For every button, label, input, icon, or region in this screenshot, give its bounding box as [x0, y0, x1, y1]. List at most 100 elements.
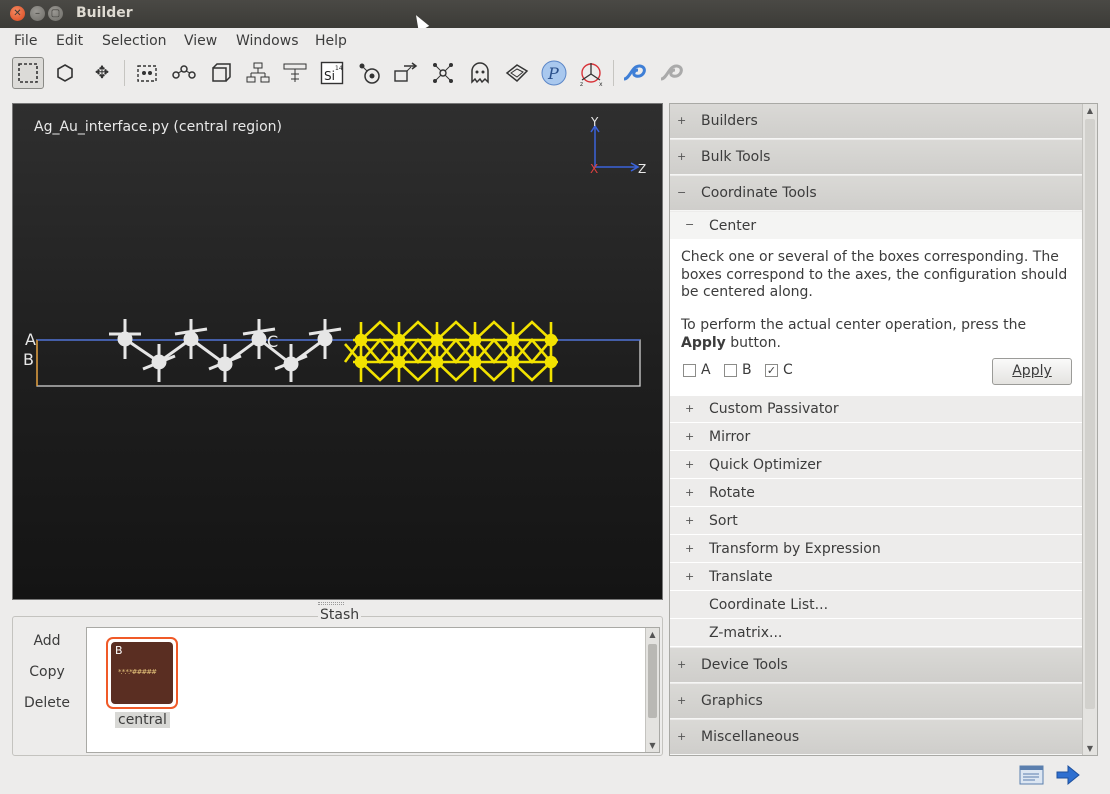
menu-view[interactable]: View [184, 33, 217, 49]
stash-title: Stash [318, 607, 362, 623]
section-coordinate-tools[interactable]: − Coordinate Tools [670, 176, 1082, 211]
section-graphics-label: Graphics [701, 693, 763, 709]
section-graphics[interactable]: + Graphics [670, 684, 1082, 719]
splitter-handle[interactable] [318, 602, 344, 605]
expand-icon: + [685, 402, 695, 415]
scrollbar-thumb[interactable] [648, 644, 657, 718]
loop-gray-icon[interactable] [657, 57, 689, 89]
scroll-up-icon[interactable]: ▲ [1083, 106, 1097, 115]
center-instruction-end: button. [725, 334, 781, 351]
toolbar: ✥ Si 14 P zx [0, 54, 1110, 92]
checkbox-b[interactable] [724, 364, 737, 377]
expand-icon: + [677, 694, 687, 707]
axis-y-label: Y [590, 115, 599, 129]
tool-mirror-label: Mirror [709, 429, 751, 445]
element-icon[interactable]: Si 14 [316, 57, 348, 89]
menu-windows[interactable]: Windows [236, 33, 299, 49]
tool-center-label: Center [709, 218, 757, 234]
panel-scrollbar[interactable]: ▲ ▼ [1082, 104, 1097, 755]
close-window-icon[interactable]: ✕ [10, 6, 25, 21]
apply-button[interactable]: Apply [992, 358, 1072, 385]
expand-icon: + [685, 542, 695, 555]
checkbox-c[interactable]: ✓ [765, 364, 778, 377]
move-icon[interactable]: ✥ [86, 57, 118, 89]
grid-icon[interactable] [279, 57, 311, 89]
tool-transform-by-expression-label: Transform by Expression [709, 541, 881, 557]
section-coordinate-tools-label: Coordinate Tools [701, 185, 817, 201]
atom-icon[interactable] [353, 57, 385, 89]
tool-rotate-label: Rotate [709, 485, 755, 501]
menu-selection[interactable]: Selection [102, 33, 167, 49]
menu-edit[interactable]: Edit [56, 33, 83, 49]
svg-text:P: P [547, 64, 559, 83]
python-icon[interactable]: P [538, 57, 570, 89]
select-rectangle-icon[interactable] [12, 57, 44, 89]
svg-text:Si: Si [324, 69, 335, 83]
axis-z-label: Z [638, 162, 646, 176]
stash-scrollbar[interactable]: ▲ ▼ [645, 628, 659, 752]
expand-icon: + [677, 730, 687, 743]
scroll-down-icon[interactable]: ▼ [1083, 744, 1097, 753]
menu-help[interactable]: Help [315, 33, 347, 49]
tool-z-matrix[interactable]: Z-matrix... [670, 620, 1082, 647]
chain-icon[interactable] [168, 57, 200, 89]
tool-translate[interactable]: + Translate [670, 564, 1082, 591]
svg-text:z: z [580, 81, 583, 86]
axes-indicator: Y X Z [590, 115, 646, 176]
log-window-icon[interactable] [1019, 764, 1045, 786]
expand-icon: + [677, 658, 687, 671]
hexagon-icon[interactable] [49, 57, 81, 89]
window-title: Builder [76, 5, 133, 21]
expand-icon: + [685, 430, 695, 443]
transform-icon[interactable] [390, 57, 422, 89]
tools-panel: + Builders + Bulk Tools − Coordinate Too… [669, 103, 1098, 756]
tool-sort[interactable]: + Sort [670, 508, 1082, 535]
box-select-icon[interactable] [131, 57, 163, 89]
send-to-icon[interactable] [1055, 764, 1081, 786]
apply-button-label: Apply [1012, 363, 1052, 379]
axes-icon[interactable]: zx [575, 57, 607, 89]
tool-coordinate-list[interactable]: Coordinate List... [670, 592, 1082, 619]
cell-label-a: A [25, 330, 36, 349]
section-builders[interactable]: + Builders [670, 104, 1082, 139]
tool-transform-by-expression[interactable]: + Transform by Expression [670, 536, 1082, 563]
minimize-window-icon[interactable]: – [30, 6, 45, 21]
checkbox-a[interactable] [683, 364, 696, 377]
menu-file[interactable]: File [14, 33, 37, 49]
tree-icon[interactable] [242, 57, 274, 89]
tool-custom-passivator[interactable]: + Custom Passivator [670, 396, 1082, 423]
scroll-down-icon[interactable]: ▼ [646, 741, 659, 750]
axis-x-label: X [590, 162, 598, 176]
surface-icon[interactable] [501, 57, 533, 89]
stash-copy-button[interactable]: Copy [18, 664, 76, 680]
ghost-icon[interactable] [464, 57, 496, 89]
section-device-tools[interactable]: + Device Tools [670, 648, 1082, 683]
scroll-up-icon[interactable]: ▲ [646, 630, 659, 639]
loop-icon[interactable] [620, 57, 652, 89]
tool-coordinate-list-label: Coordinate List... [709, 597, 829, 613]
section-miscellaneous[interactable]: + Miscellaneous [670, 720, 1082, 755]
tool-z-matrix-label: Z-matrix... [709, 625, 783, 641]
title-bar: ✕ – ▢ Builder [0, 0, 1110, 32]
stash-item-label[interactable]: central [115, 712, 170, 728]
center-description: Check one or several of the boxes corres… [681, 249, 1068, 300]
svg-text:14: 14 [335, 65, 343, 72]
cell-icon[interactable] [205, 57, 237, 89]
gold-atoms [343, 320, 558, 382]
section-bulk-tools[interactable]: + Bulk Tools [670, 140, 1082, 175]
network-icon[interactable] [427, 57, 459, 89]
maximize-window-icon[interactable]: ▢ [48, 6, 63, 21]
expand-icon: + [685, 458, 695, 471]
stash-item-thumbnail[interactable]: B *.*.*.*##### [106, 637, 178, 709]
section-miscellaneous-label: Miscellaneous [701, 729, 800, 745]
structure-viewport[interactable]: Ag_Au_interface.py (central region) Y X … [12, 103, 663, 600]
tool-center[interactable]: − Center [670, 212, 1082, 240]
tool-quick-optimizer[interactable]: + Quick Optimizer [670, 452, 1082, 479]
toolbar-separator [124, 60, 125, 86]
tool-rotate[interactable]: + Rotate [670, 480, 1082, 507]
stash-add-button[interactable]: Add [18, 633, 76, 649]
stash-delete-button[interactable]: Delete [18, 695, 76, 711]
tool-mirror[interactable]: + Mirror [670, 424, 1082, 451]
menu-bar: File Edit Selection View Windows Help [0, 28, 1110, 54]
scrollbar-thumb[interactable] [1085, 119, 1095, 709]
